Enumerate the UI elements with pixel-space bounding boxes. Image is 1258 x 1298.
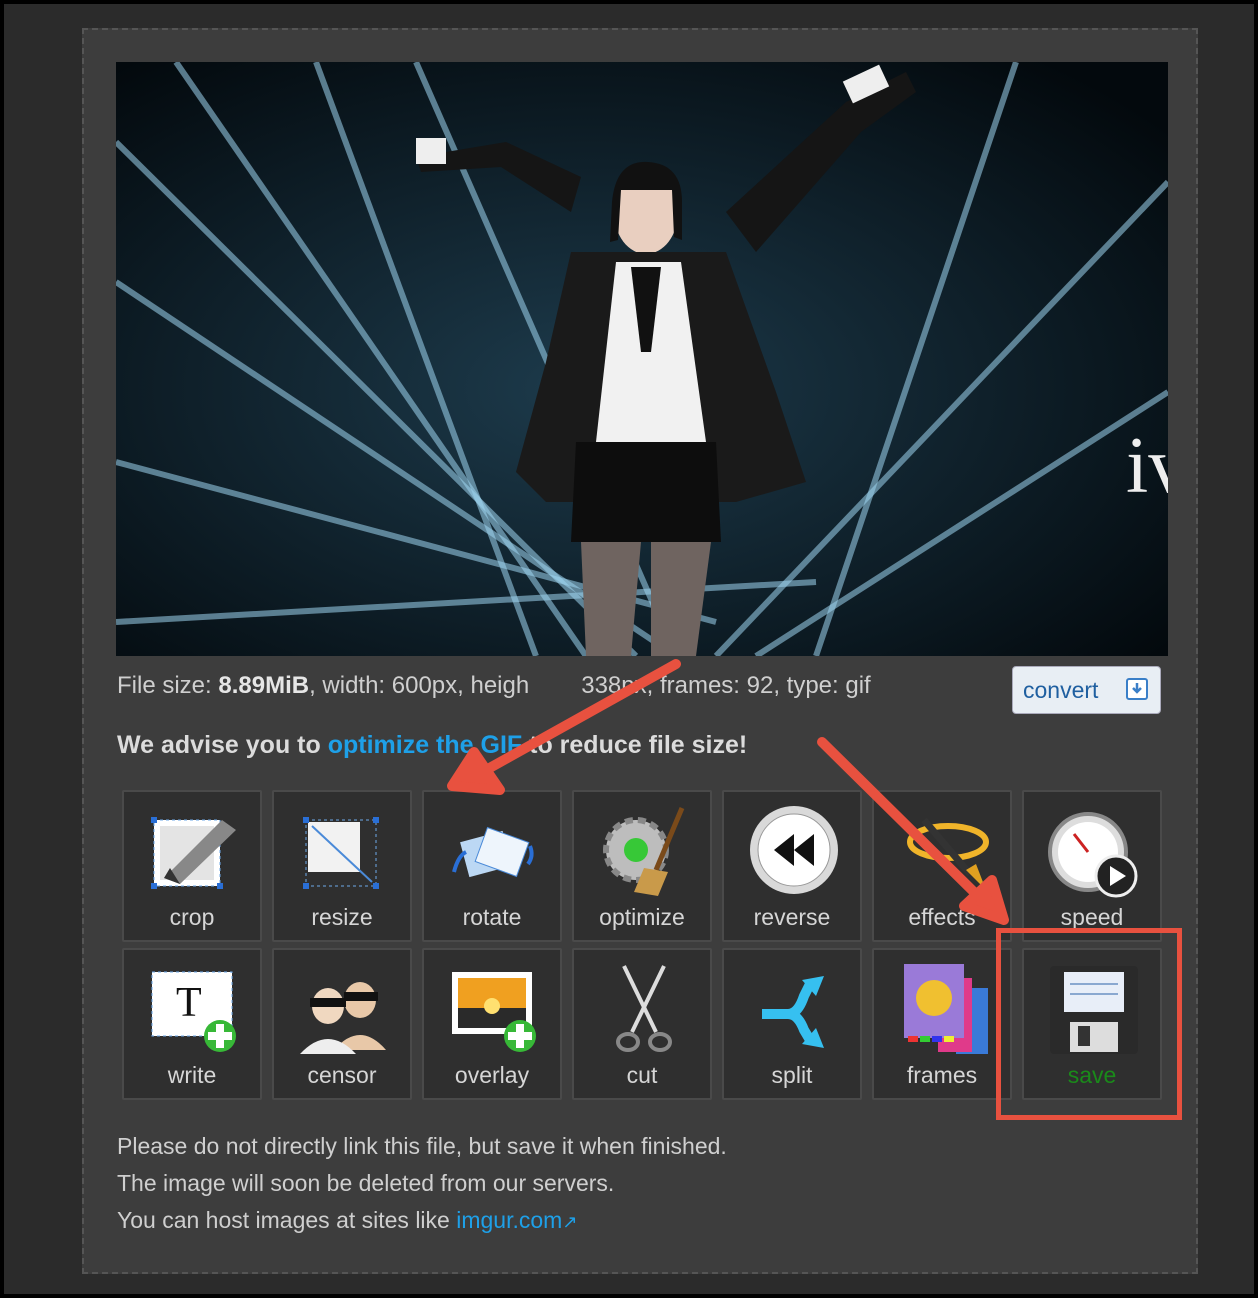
optimize-icon bbox=[594, 800, 694, 900]
svg-text:T: T bbox=[176, 980, 202, 1026]
imgur-link[interactable]: imgur.com bbox=[456, 1207, 562, 1233]
split-button[interactable]: split bbox=[722, 948, 862, 1100]
censor-icon bbox=[294, 958, 394, 1058]
gif-preview: iv bbox=[116, 62, 1168, 656]
convert-button[interactable]: convert bbox=[1012, 666, 1161, 714]
note-line-2: The image will soon be deleted from our … bbox=[117, 1170, 615, 1196]
crop-button[interactable]: crop bbox=[122, 790, 262, 942]
write-label: write bbox=[167, 1062, 217, 1088]
scissors-icon bbox=[594, 958, 694, 1058]
effects-label: effects bbox=[908, 904, 976, 930]
notes: Please do not directly link this file, b… bbox=[117, 1128, 727, 1241]
frames-icon bbox=[894, 958, 994, 1058]
note-line-3: You can host images at sites like imgur.… bbox=[117, 1207, 578, 1233]
speed-label: speed bbox=[1060, 904, 1124, 930]
effects-button[interactable]: effects bbox=[872, 790, 1012, 942]
write-button[interactable]: T write bbox=[122, 948, 262, 1100]
frames-button[interactable]: frames bbox=[872, 948, 1012, 1100]
advise-text: We advise you to optimize the GIF to red… bbox=[117, 731, 748, 759]
external-link-icon: ↗ bbox=[562, 1212, 578, 1232]
reverse-icon bbox=[744, 800, 844, 900]
download-icon bbox=[1126, 678, 1148, 700]
speed-icon bbox=[1044, 800, 1144, 900]
reverse-button[interactable]: reverse bbox=[722, 790, 862, 942]
convert-label: convert bbox=[1023, 677, 1099, 703]
optimize-link[interactable]: optimize the GIF bbox=[328, 731, 522, 759]
split-icon bbox=[744, 958, 844, 1058]
reverse-label: reverse bbox=[753, 904, 831, 930]
optimize-label: optimize bbox=[599, 904, 685, 930]
resize-button[interactable]: resize bbox=[272, 790, 412, 942]
overlay-button[interactable]: overlay bbox=[422, 948, 562, 1100]
file-info: File size: 8.89MiB, width: 600px, heigh 3… bbox=[117, 672, 871, 699]
speed-button[interactable]: speed bbox=[1022, 790, 1162, 942]
cut-label: cut bbox=[626, 1062, 658, 1088]
effects-icon bbox=[894, 800, 994, 900]
write-icon: T bbox=[144, 958, 244, 1058]
frames-label: frames bbox=[906, 1062, 978, 1088]
save-highlight-box bbox=[996, 928, 1182, 1120]
rotate-icon bbox=[444, 800, 544, 900]
crop-label: crop bbox=[169, 904, 215, 930]
resize-label: resize bbox=[311, 904, 373, 930]
overlay-icon bbox=[444, 958, 544, 1058]
censor-label: censor bbox=[307, 1062, 377, 1088]
svg-text:iv: iv bbox=[1126, 422, 1168, 510]
split-label: split bbox=[771, 1062, 813, 1088]
cut-button[interactable]: cut bbox=[572, 948, 712, 1100]
note-line-1: Please do not directly link this file, b… bbox=[117, 1133, 727, 1159]
rotate-label: rotate bbox=[462, 904, 522, 930]
overlay-label: overlay bbox=[454, 1062, 530, 1088]
rotate-button[interactable]: rotate bbox=[422, 790, 562, 942]
crop-icon bbox=[144, 800, 244, 900]
resize-icon bbox=[294, 800, 394, 900]
optimize-button[interactable]: optimize bbox=[572, 790, 712, 942]
censor-button[interactable]: censor bbox=[272, 948, 412, 1100]
